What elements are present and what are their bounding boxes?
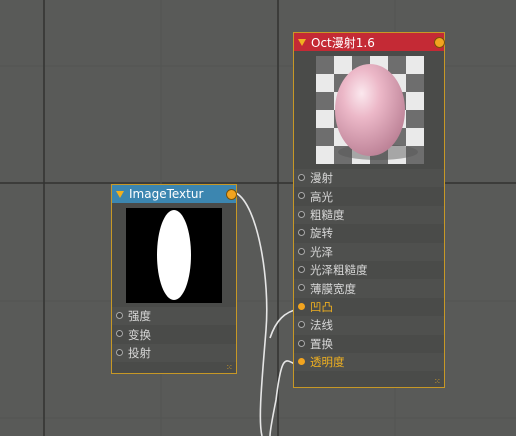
input-displacement[interactable]: 置换: [294, 335, 444, 353]
image-texture-node[interactable]: ImageTextur 强度 变换 投射 ⁙: [111, 184, 237, 374]
input-normal[interactable]: 法线: [294, 316, 444, 335]
input-specular[interactable]: 高光: [294, 187, 444, 205]
input-rotation[interactable]: 旋转: [294, 224, 444, 242]
wire-image-to-bump: [235, 192, 268, 436]
ellipse-mask-image: [157, 210, 191, 300]
input-label: 旋转: [310, 226, 333, 241]
output-port-icon[interactable]: [434, 37, 445, 48]
input-label: 透明度: [310, 355, 345, 370]
input-label: 粗糙度: [310, 207, 345, 222]
input-label: 强度: [128, 309, 151, 324]
input-transform[interactable]: 变换: [112, 325, 236, 343]
input-diffuse[interactable]: 漫射: [294, 169, 444, 188]
input-roughness[interactable]: 粗糙度: [294, 205, 444, 225]
image-texture-title: ImageTextur: [129, 187, 204, 201]
input-film-width[interactable]: 薄膜宽度: [294, 279, 444, 298]
input-strength[interactable]: 强度: [112, 307, 236, 326]
input-label: 漫射: [310, 171, 333, 186]
collapse-triangle-icon[interactable]: [298, 38, 306, 46]
input-port-icon[interactable]: [116, 330, 123, 338]
input-label: 光泽: [310, 244, 333, 259]
input-port-icon[interactable]: [298, 339, 305, 347]
resize-grip-icon[interactable]: ⁙: [434, 378, 441, 386]
image-texture-preview: [126, 208, 222, 303]
input-port-icon[interactable]: [298, 229, 305, 237]
input-label: 置换: [310, 336, 333, 351]
input-bump[interactable]: 凹凸: [294, 298, 444, 316]
input-label: 变换: [128, 327, 151, 342]
input-port-icon[interactable]: [116, 348, 123, 356]
output-port-icon[interactable]: [226, 189, 237, 200]
input-port-icon[interactable]: [298, 302, 305, 310]
input-port-icon[interactable]: [298, 247, 305, 255]
input-port-icon[interactable]: [298, 357, 305, 365]
collapse-triangle-icon[interactable]: [116, 190, 124, 198]
oct-diffuse-node[interactable]: Oct漫射1.6 漫射 高光 粗糙度 旋转 光泽 光泽粗糙度 薄膜宽度 凹凸 法…: [293, 32, 445, 388]
input-projection[interactable]: 投射: [112, 343, 236, 363]
material-preview: [316, 56, 424, 164]
resize-grip-icon[interactable]: ⁙: [226, 364, 233, 372]
input-port-icon[interactable]: [298, 284, 305, 292]
input-port-icon[interactable]: [116, 312, 123, 319]
input-label: 法线: [310, 318, 333, 333]
input-label: 光泽粗糙度: [310, 263, 368, 278]
material-preview-sphere: [316, 56, 424, 164]
input-sheen-roughness[interactable]: 光泽粗糙度: [294, 261, 444, 279]
input-label: 凹凸: [310, 299, 333, 314]
input-sheen[interactable]: 光泽: [294, 242, 444, 261]
input-opacity[interactable]: 透明度: [294, 352, 444, 372]
oct-diffuse-title: Oct漫射1.6: [311, 35, 375, 50]
input-label: 投射: [128, 345, 151, 360]
input-port-icon[interactable]: [298, 321, 305, 329]
input-label: 薄膜宽度: [310, 281, 356, 296]
input-port-icon[interactable]: [298, 265, 305, 273]
input-label: 高光: [310, 189, 333, 204]
input-port-icon[interactable]: [298, 192, 305, 200]
input-port-icon[interactable]: [298, 174, 305, 181]
image-texture-header[interactable]: ImageTextur: [112, 185, 237, 203]
input-port-icon[interactable]: [298, 210, 305, 218]
oct-diffuse-header[interactable]: Oct漫射1.6: [294, 33, 445, 51]
